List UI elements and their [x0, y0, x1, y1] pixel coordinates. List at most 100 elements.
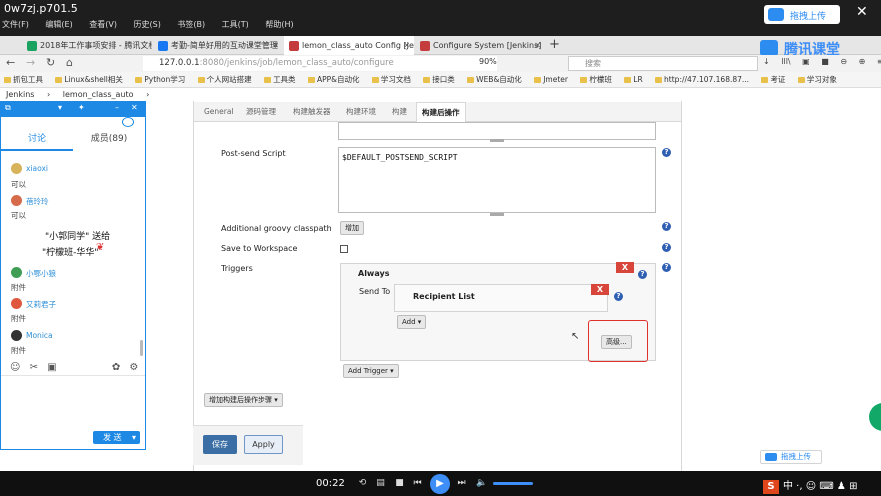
volume-slider[interactable]	[493, 482, 533, 485]
playlist-icon[interactable]: ▤	[375, 478, 386, 489]
bookmark[interactable]: Jmeter	[534, 75, 568, 84]
tab-members[interactable]: 成员(89)	[73, 129, 145, 151]
chat-scrollbar[interactable]	[140, 340, 143, 356]
add-post-build-step-button[interactable]: 增加构建后操作步骤 ▾	[204, 393, 283, 407]
menu-history[interactable]: 历史(S)	[134, 20, 161, 29]
help-icon[interactable]: ?	[614, 292, 623, 301]
chat-username[interactable]: xiaoxi	[26, 164, 48, 173]
sidebar-icon[interactable]: ▣	[802, 57, 810, 66]
bookmark[interactable]: 学习文档	[372, 75, 411, 84]
help-icon[interactable]: ?	[662, 243, 671, 252]
delete-recipient-button[interactable]: X	[591, 284, 609, 295]
chat-username[interactable]: 蓓玲玲	[26, 196, 49, 207]
minimize-icon[interactable]: –	[115, 103, 119, 112]
bookmark[interactable]: 学习对象	[798, 75, 837, 84]
apply-button[interactable]: Apply	[244, 435, 283, 454]
tab-discuss[interactable]: 讨论	[1, 129, 73, 151]
tab-triggers[interactable]: 构建触发器	[288, 102, 336, 122]
download-icon[interactable]: ↓	[763, 57, 770, 66]
gear-icon[interactable]: ⚙	[129, 362, 138, 373]
browser-tab[interactable]: 2018年工作事项安排 - 腾讯文档	[22, 36, 152, 55]
chat-username[interactable]: 小鄂小狼	[26, 268, 56, 279]
new-tab-icon[interactable]: +	[549, 36, 560, 53]
chat-username[interactable]: Monica	[26, 331, 53, 340]
reload-icon[interactable]: ↻	[46, 56, 55, 69]
browser-tab-active[interactable]: lemon_class_auto Config [Je ✕	[284, 36, 414, 55]
stop-icon[interactable]: ■	[394, 478, 405, 489]
tab-environment[interactable]: 构建环境	[341, 102, 381, 122]
home-icon[interactable]: ⌂	[66, 56, 73, 69]
chat-username[interactable]: 又莉君子	[26, 299, 56, 310]
browser-tab[interactable]: Configure System [Jenkins] ✕	[415, 36, 545, 55]
bookmark[interactable]: 接口类	[423, 75, 455, 84]
share-upload-button[interactable]: 拖拽上传	[764, 5, 840, 24]
bookmark[interactable]: 工具类	[264, 75, 296, 84]
bookmark[interactable]: Python学习	[135, 75, 185, 84]
close-tab-icon[interactable]: ✕	[403, 36, 410, 55]
volume-icon[interactable]: 🔈	[476, 478, 487, 489]
resize-grip[interactable]	[490, 139, 504, 142]
screenshot-icon[interactable]: ■	[821, 57, 829, 66]
tab-general[interactable]: General	[199, 102, 239, 122]
help-icon[interactable]: ?	[638, 270, 647, 279]
library-icon[interactable]: lll\	[781, 57, 790, 66]
bookmark[interactable]: LR	[624, 75, 642, 84]
help-icon[interactable]: ?	[662, 263, 671, 272]
image-icon[interactable]: ▣	[47, 362, 56, 373]
resize-grip[interactable]	[490, 213, 504, 216]
zoom-in-icon[interactable]: ⊕	[859, 57, 866, 66]
close-icon[interactable]: ✕	[856, 4, 868, 20]
add-classpath-button[interactable]: 增加	[340, 221, 364, 235]
next-icon[interactable]: ⏭	[456, 478, 467, 489]
menu-help[interactable]: 帮助(H)	[265, 20, 293, 29]
browser-tab[interactable]: 考勤-简单好用的互动课堂管理 ✕	[153, 36, 283, 55]
share-upload-button[interactable]: 拖拽上传	[760, 450, 822, 464]
menu-edit[interactable]: 编辑(E)	[45, 20, 72, 29]
help-icon[interactable]: ?	[662, 222, 671, 231]
menu-file[interactable]: 文件(F)	[2, 20, 29, 29]
close-icon[interactable]: ✕	[131, 103, 138, 112]
bookmark[interactable]: Linux&shell相关	[55, 75, 123, 84]
save-button[interactable]: 保存	[203, 435, 237, 454]
url-bar[interactable]: 127.0.0.1:8080/jenkins/job/lemon_class_a…	[143, 56, 497, 71]
repeat-icon[interactable]: ⟲	[357, 478, 368, 489]
bookmark[interactable]: 考证	[761, 75, 785, 84]
tab-post-build[interactable]: 构建后操作	[416, 102, 466, 122]
refresh-icon[interactable]	[122, 117, 134, 127]
send-button[interactable]: 发 送 ▾	[93, 431, 140, 444]
menu-tools[interactable]: 工具(T)	[222, 20, 249, 29]
sogou-icon[interactable]: S	[763, 480, 779, 494]
close-tab-icon[interactable]: ✕	[534, 36, 541, 55]
zoom-out-icon[interactable]: ⊖	[840, 57, 847, 66]
forward-icon[interactable]: →	[26, 56, 35, 69]
dropdown-icon[interactable]: ▾	[58, 103, 62, 112]
chat-input[interactable]	[1, 375, 145, 427]
zoom-level[interactable]: 90%	[479, 57, 497, 66]
menu-icon[interactable]: ≡	[877, 57, 881, 66]
bookmark[interactable]: 柠檬班	[580, 75, 612, 84]
help-icon[interactable]: ?	[662, 148, 671, 157]
emoji-icon[interactable]: ☺	[10, 362, 20, 373]
add-dropdown-button[interactable]: Add ▾	[397, 315, 427, 329]
bookmark[interactable]: APP&自动化	[308, 75, 360, 84]
back-icon[interactable]: ←	[6, 56, 15, 69]
close-tab-icon[interactable]: ✕	[272, 36, 279, 55]
tray-icons[interactable]: 中 ·, ☺ ⌨ ♟ ⊞	[783, 481, 857, 492]
add-trigger-button[interactable]: Add Trigger ▾	[343, 364, 399, 378]
pin-icon[interactable]: ✦	[78, 103, 85, 112]
advanced-button[interactable]: 高级...	[601, 335, 632, 349]
search-input[interactable]: 搜索	[568, 56, 758, 71]
menu-view[interactable]: 查看(V)	[89, 20, 117, 29]
play-icon[interactable]: ▶	[430, 474, 450, 494]
flower-icon[interactable]: ✿	[112, 362, 120, 373]
chevron-down-icon[interactable]: ▾	[132, 431, 136, 444]
bookmark[interactable]: WEB&自动化	[467, 75, 522, 84]
bookmark[interactable]: http://47.107.168.87...	[655, 75, 749, 84]
menu-bookmarks[interactable]: 书签(B)	[177, 20, 205, 29]
scissors-icon[interactable]: ✂	[30, 362, 38, 373]
delete-trigger-button[interactable]: X	[616, 262, 634, 273]
bookmark[interactable]: 抓包工具	[4, 75, 43, 84]
breadcrumb-jenkins[interactable]: Jenkins	[6, 90, 34, 99]
breadcrumb-job[interactable]: lemon_class_auto	[63, 90, 134, 99]
bookmark[interactable]: 个人网站搭建	[198, 75, 252, 84]
